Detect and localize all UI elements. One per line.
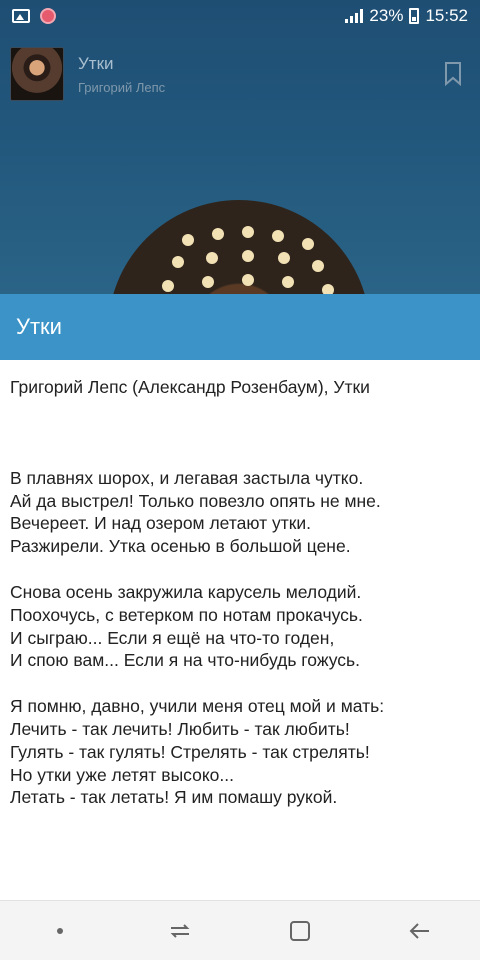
clock: 15:52 [425, 6, 468, 25]
lyrics-stanza: В плавнях шорох, и легавая застыла чутко… [10, 467, 470, 558]
status-bar: 23% 15:52 [0, 0, 480, 32]
now-playing-row[interactable]: Утки Григорий Лепс [10, 46, 470, 102]
lyrics-line: В плавнях шорох, и легавая застыла чутко… [10, 467, 364, 488]
lyrics-line: Разжирели. Утка осенью в большой цене. [10, 536, 351, 557]
dot-icon[interactable] [30, 901, 90, 960]
lyrics-line: И сыграю... Если я ещё на что-то годен, [10, 627, 335, 648]
track-artist: Григорий Лепс [78, 79, 166, 95]
lyrics-dialog: Утки Григорий Лепс (Александр Розенбаум)… [0, 294, 480, 900]
app-notification-icon [40, 8, 56, 24]
image-icon [12, 9, 30, 23]
dialog-title: Утки [0, 294, 480, 360]
lyrics-line: Вечереет. И над озером летают утки. [10, 513, 312, 534]
signal-icon [345, 9, 364, 23]
lyrics-line: Я помню, давно, учили меня отец мой и ма… [10, 696, 385, 717]
album-cover[interactable] [10, 47, 64, 101]
lyrics-heading: Григорий Лепс (Александр Розенбаум), Утк… [10, 377, 370, 397]
lyrics-line: Летать - так летать! Я им помашу рукой. [10, 787, 338, 808]
lyrics-line: Ай да выстрел! Только повезло опять не м… [10, 490, 381, 511]
lyrics-line: Снова осень закружила карусель мелодий. [10, 581, 362, 602]
lyrics-line: Но утки уже летят высоко... [10, 764, 234, 785]
recent-apps-icon[interactable] [150, 901, 210, 960]
lyrics-line: Лечить - так лечить! Любить - так любить… [10, 718, 350, 739]
navigation-bar [0, 900, 480, 960]
lyrics-line: И спою вам... Если я на что-нибудь гожус… [10, 650, 361, 671]
lyrics-line: Гулять - так гулять! Стрелять - так стре… [10, 741, 370, 762]
battery-percent: 23% [369, 6, 404, 25]
lyrics-body[interactable]: Григорий Лепс (Александр Розенбаум), Утк… [0, 360, 480, 809]
back-icon[interactable] [390, 901, 450, 960]
bookmark-icon[interactable] [444, 62, 462, 86]
lyrics-line: Поохочусь, с ветерком по нотам прокачусь… [10, 604, 363, 625]
lyrics-stanza: Я помню, давно, учили меня отец мой и ма… [10, 695, 470, 809]
battery-icon [409, 8, 420, 24]
lyrics-stanza: Снова осень закружила карусель мелодий. … [10, 581, 470, 672]
home-icon[interactable] [270, 901, 330, 960]
track-title: Утки [78, 53, 114, 73]
